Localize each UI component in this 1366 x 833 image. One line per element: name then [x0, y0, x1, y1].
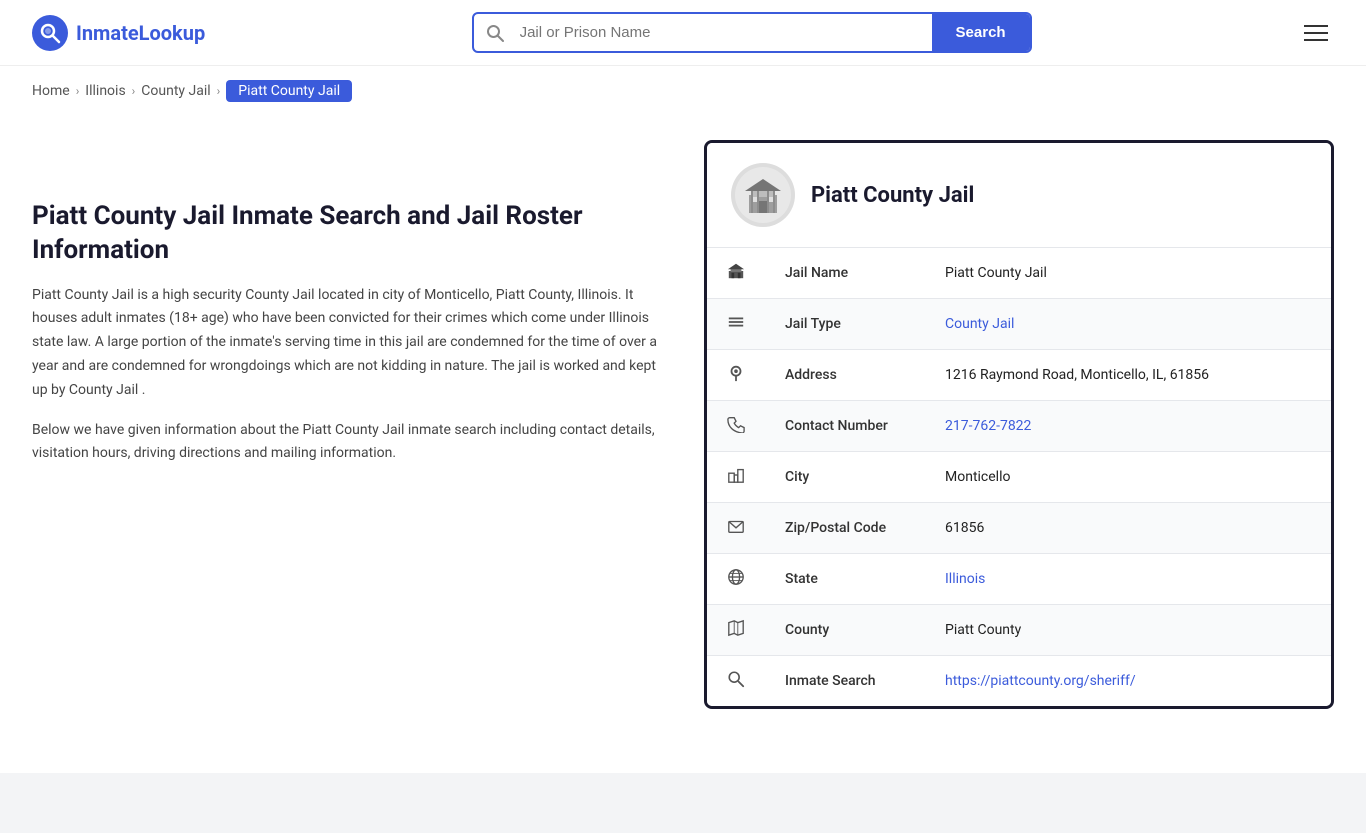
info-value: Piatt County Jail [945, 265, 1047, 281]
row-value: Monticello [925, 452, 1331, 503]
row-icon [707, 605, 765, 656]
jail-info-table: Jail Name Piatt County Jail Jail Type Co… [707, 247, 1331, 706]
page-description-1: Piatt County Jail is a high security Cou… [32, 284, 672, 403]
jail-thumbnail [731, 163, 795, 227]
row-icon [707, 656, 765, 707]
header: InmateLookup Search [0, 0, 1366, 66]
info-link[interactable]: https://piattcounty.org/sheriff/ [945, 673, 1136, 689]
jail-card: Piatt County Jail Jail Name Piatt County… [704, 140, 1334, 709]
table-row: Zip/Postal Code 61856 [707, 503, 1331, 554]
row-value: 61856 [925, 503, 1331, 554]
jail-name-header: Piatt County Jail [811, 183, 974, 208]
search-button[interactable]: Search [932, 14, 1030, 51]
table-row: Jail Name Piatt County Jail [707, 248, 1331, 299]
table-row: Inmate Search https://piattcounty.org/sh… [707, 656, 1331, 707]
info-link[interactable]: County Jail [945, 316, 1014, 332]
row-value[interactable]: County Jail [925, 299, 1331, 350]
row-icon [707, 350, 765, 401]
breadcrumb-active: Piatt County Jail [226, 80, 352, 102]
info-value: Piatt County [945, 622, 1021, 638]
hamburger-line [1304, 39, 1328, 41]
row-label: Jail Type [765, 299, 925, 350]
chevron-icon: › [76, 84, 80, 98]
main-content: Piatt County Jail Inmate Search and Jail… [0, 116, 1366, 733]
row-label: Inmate Search [765, 656, 925, 707]
row-label: Contact Number [765, 401, 925, 452]
right-column: Piatt County Jail Jail Name Piatt County… [704, 140, 1334, 709]
info-value: 61856 [945, 520, 984, 536]
footer-bar [0, 773, 1366, 833]
row-icon [707, 554, 765, 605]
row-value[interactable]: 217-762-7822 [925, 401, 1331, 452]
table-row: County Piatt County [707, 605, 1331, 656]
table-row: City Monticello [707, 452, 1331, 503]
hamburger-line [1304, 25, 1328, 27]
breadcrumb-home[interactable]: Home [32, 83, 70, 99]
page-title: Piatt County Jail Inmate Search and Jail… [32, 200, 672, 268]
row-label: County [765, 605, 925, 656]
info-link[interactable]: 217-762-7822 [945, 418, 1031, 434]
row-icon [707, 401, 765, 452]
chevron-icon: › [217, 84, 221, 98]
search-input[interactable] [516, 14, 932, 51]
menu-button[interactable] [1298, 19, 1334, 47]
row-label: Address [765, 350, 925, 401]
info-value: 1216 Raymond Road, Monticello, IL, 61856 [945, 367, 1209, 383]
jail-card-header: Piatt County Jail [707, 143, 1331, 247]
row-value: Piatt County Jail [925, 248, 1331, 299]
chevron-icon: › [132, 84, 136, 98]
page-description-2: Below we have given information about th… [32, 419, 672, 467]
info-value: Monticello [945, 469, 1010, 485]
logo-text: InmateLookup [76, 21, 205, 45]
row-icon [707, 248, 765, 299]
logo-icon [32, 15, 68, 51]
table-row: Address 1216 Raymond Road, Monticello, I… [707, 350, 1331, 401]
row-value[interactable]: https://piattcounty.org/sheriff/ [925, 656, 1331, 707]
breadcrumb-illinois[interactable]: Illinois [85, 83, 125, 99]
logo-link[interactable]: InmateLookup [32, 15, 205, 51]
row-value[interactable]: Illinois [925, 554, 1331, 605]
breadcrumb: Home › Illinois › County Jail › Piatt Co… [0, 66, 1366, 116]
row-label: City [765, 452, 925, 503]
search-icon [474, 24, 516, 42]
row-label: Zip/Postal Code [765, 503, 925, 554]
table-row: State Illinois [707, 554, 1331, 605]
hamburger-line [1304, 32, 1328, 34]
row-icon [707, 299, 765, 350]
row-label: Jail Name [765, 248, 925, 299]
row-icon [707, 452, 765, 503]
breadcrumb-county-jail[interactable]: County Jail [141, 83, 210, 99]
row-label: State [765, 554, 925, 605]
row-icon [707, 503, 765, 554]
row-value: 1216 Raymond Road, Monticello, IL, 61856 [925, 350, 1331, 401]
left-column: Piatt County Jail Inmate Search and Jail… [32, 140, 672, 709]
info-link[interactable]: Illinois [945, 571, 985, 587]
table-row: Contact Number 217-762-7822 [707, 401, 1331, 452]
table-row: Jail Type County Jail [707, 299, 1331, 350]
row-value: Piatt County [925, 605, 1331, 656]
search-bar: Search [472, 12, 1032, 53]
